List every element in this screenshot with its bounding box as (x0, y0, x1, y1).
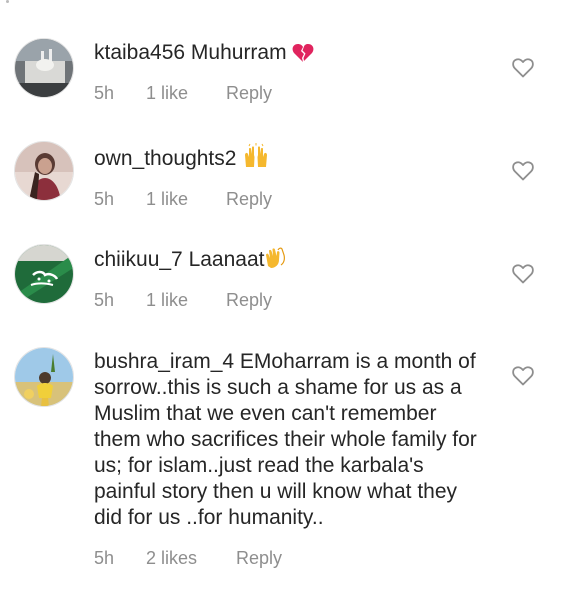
comment-username[interactable]: chiikuu_7 (94, 248, 183, 271)
broken-heart-icon (292, 43, 314, 70)
reply-button[interactable]: Reply (226, 83, 272, 104)
comment-time: 5h (94, 188, 115, 209)
scroll-indicator (6, 0, 9, 3)
reply-button[interactable]: Reply (226, 189, 272, 210)
reply-button[interactable]: Reply (226, 290, 272, 311)
reply-button[interactable]: Reply (236, 548, 282, 569)
avatar[interactable] (14, 38, 74, 98)
comment-username[interactable]: bushra_iram_4 (94, 350, 234, 373)
raising-hands-icon (242, 143, 270, 176)
avatar[interactable] (14, 347, 74, 407)
comment-meta: 5h 2 likes Reply (94, 547, 484, 569)
like-heart-icon[interactable] (512, 161, 534, 181)
comment-meta: 5h 1 like Reply (94, 188, 484, 210)
comment-time: 5h (94, 289, 115, 310)
avatar[interactable] (14, 244, 74, 304)
comment-meta: 5h 1 like Reply (94, 289, 484, 311)
comment-body: EMoharram is a month of sorrow..this is … (94, 350, 477, 529)
comment-likes[interactable]: 1 like (146, 290, 226, 311)
comment-meta: 5h 1 like Reply (94, 82, 484, 104)
like-heart-icon[interactable] (512, 366, 534, 386)
comment-username[interactable]: ktaiba456 (94, 41, 185, 64)
comment-username[interactable]: own_thoughts2 (94, 147, 236, 170)
comment-likes[interactable]: 2 likes (146, 548, 236, 569)
comment-text: own_thoughts2 (94, 143, 484, 176)
comment-text: ktaiba456 Muhurram (94, 40, 484, 70)
comment-body: Laanaat (182, 248, 265, 271)
comment-text: chiikuu_7 Laanaat (94, 246, 484, 277)
comment-likes[interactable]: 1 like (146, 83, 226, 104)
comment-body: Muhurram (185, 41, 293, 64)
like-heart-icon[interactable] (512, 58, 534, 78)
like-heart-icon[interactable] (512, 264, 534, 284)
avatar[interactable] (14, 141, 74, 201)
clapping-hands-icon (264, 246, 288, 277)
comment-likes[interactable]: 1 like (146, 189, 226, 210)
comment-time: 5h (94, 547, 115, 568)
comment-text: bushra_iram_4 EMoharram is a month of so… (94, 349, 484, 531)
comment-time: 5h (94, 82, 115, 103)
